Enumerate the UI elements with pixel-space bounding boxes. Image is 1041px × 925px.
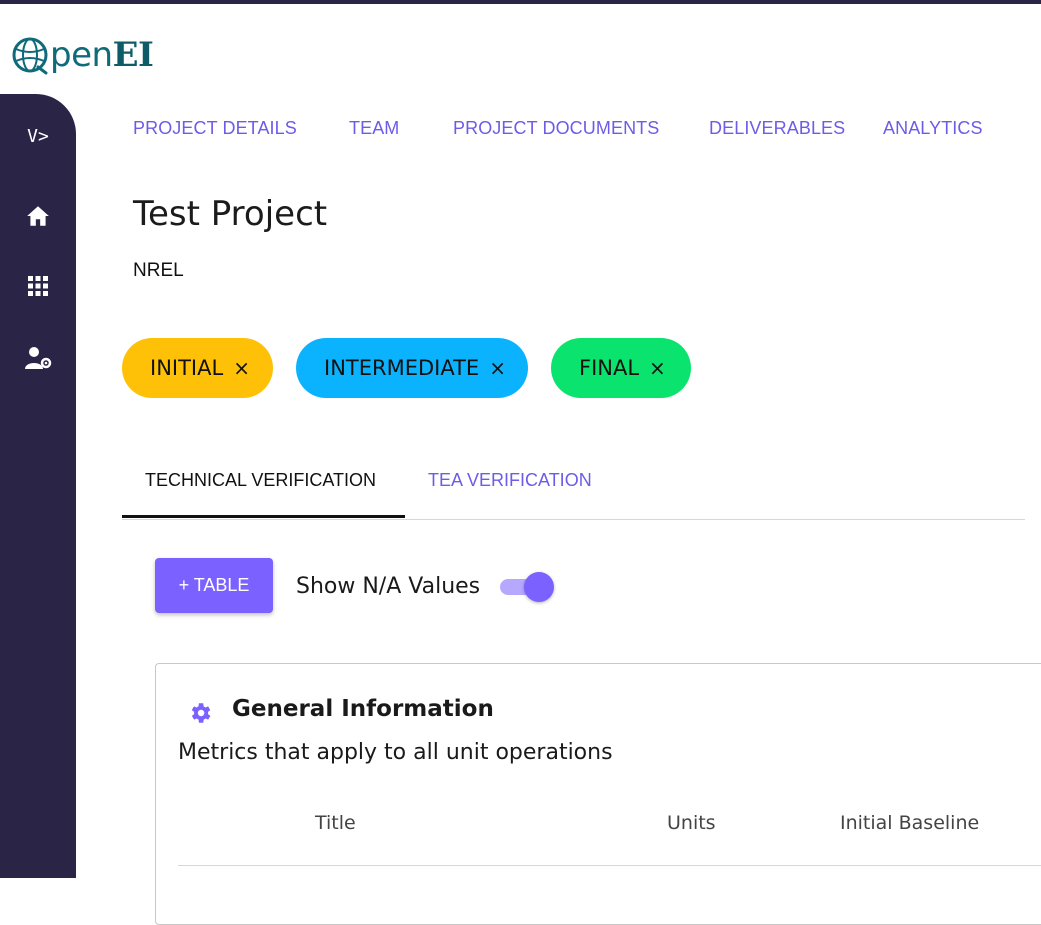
chip-remove-icon[interactable]: × [649, 356, 666, 380]
stage-chip-intermediate[interactable]: INTERMEDIATE × [296, 338, 528, 398]
nav-analytics[interactable]: ANALYTICS [883, 118, 983, 139]
nav-project-details[interactable]: PROJECT DETAILS [133, 118, 297, 139]
sidebar-toggle[interactable]: V> [14, 124, 62, 148]
chip-label: INITIAL [150, 356, 224, 380]
add-table-button[interactable]: + TABLE [155, 558, 273, 613]
chip-remove-icon[interactable]: × [489, 356, 506, 380]
tabs-divider [122, 519, 1025, 520]
chip-label: FINAL [579, 356, 640, 380]
page-title: Test Project [133, 194, 328, 234]
tab-technical-verification[interactable]: TECHNICAL VERIFICATION [145, 470, 376, 491]
nav-team[interactable]: TEAM [349, 118, 399, 139]
active-tab-indicator [122, 515, 405, 518]
apps-grid-icon[interactable] [22, 270, 54, 302]
toggle-thumb [524, 572, 554, 602]
stage-chip-initial[interactable]: INITIAL × [122, 338, 273, 398]
nav-project-documents[interactable]: PROJECT DOCUMENTS [453, 118, 659, 139]
openei-logo[interactable]: penEI [10, 30, 154, 80]
column-header-units[interactable]: Units [667, 812, 716, 834]
globe-icon [12, 37, 48, 75]
column-header-title[interactable]: Title [315, 812, 356, 834]
show-na-label: Show N/A Values [296, 574, 481, 599]
nav-deliverables[interactable]: DELIVERABLES [709, 118, 845, 139]
column-header-initial-baseline[interactable]: Initial Baseline [840, 812, 979, 834]
sidebar: V> [0, 94, 76, 878]
logo-text: penEI [50, 35, 154, 75]
gear-icon [191, 703, 211, 723]
chip-label: INTERMEDIATE [324, 356, 480, 380]
show-na-toggle[interactable] [500, 572, 556, 602]
card-title: General Information [232, 696, 494, 722]
table-header-divider [178, 865, 1041, 866]
stage-chip-final[interactable]: FINAL × [551, 338, 691, 398]
card-subtitle: Metrics that apply to all unit operation… [178, 740, 613, 765]
chip-remove-icon[interactable]: × [233, 356, 250, 380]
logo-text-open: pen [50, 35, 113, 75]
top-strip [0, 0, 1041, 4]
logo-text-ei: EI [112, 35, 154, 75]
home-icon[interactable] [22, 200, 54, 232]
user-settings-icon[interactable] [22, 342, 54, 374]
tab-tea-verification[interactable]: TEA VERIFICATION [428, 470, 592, 491]
project-organization: NREL [133, 260, 184, 281]
